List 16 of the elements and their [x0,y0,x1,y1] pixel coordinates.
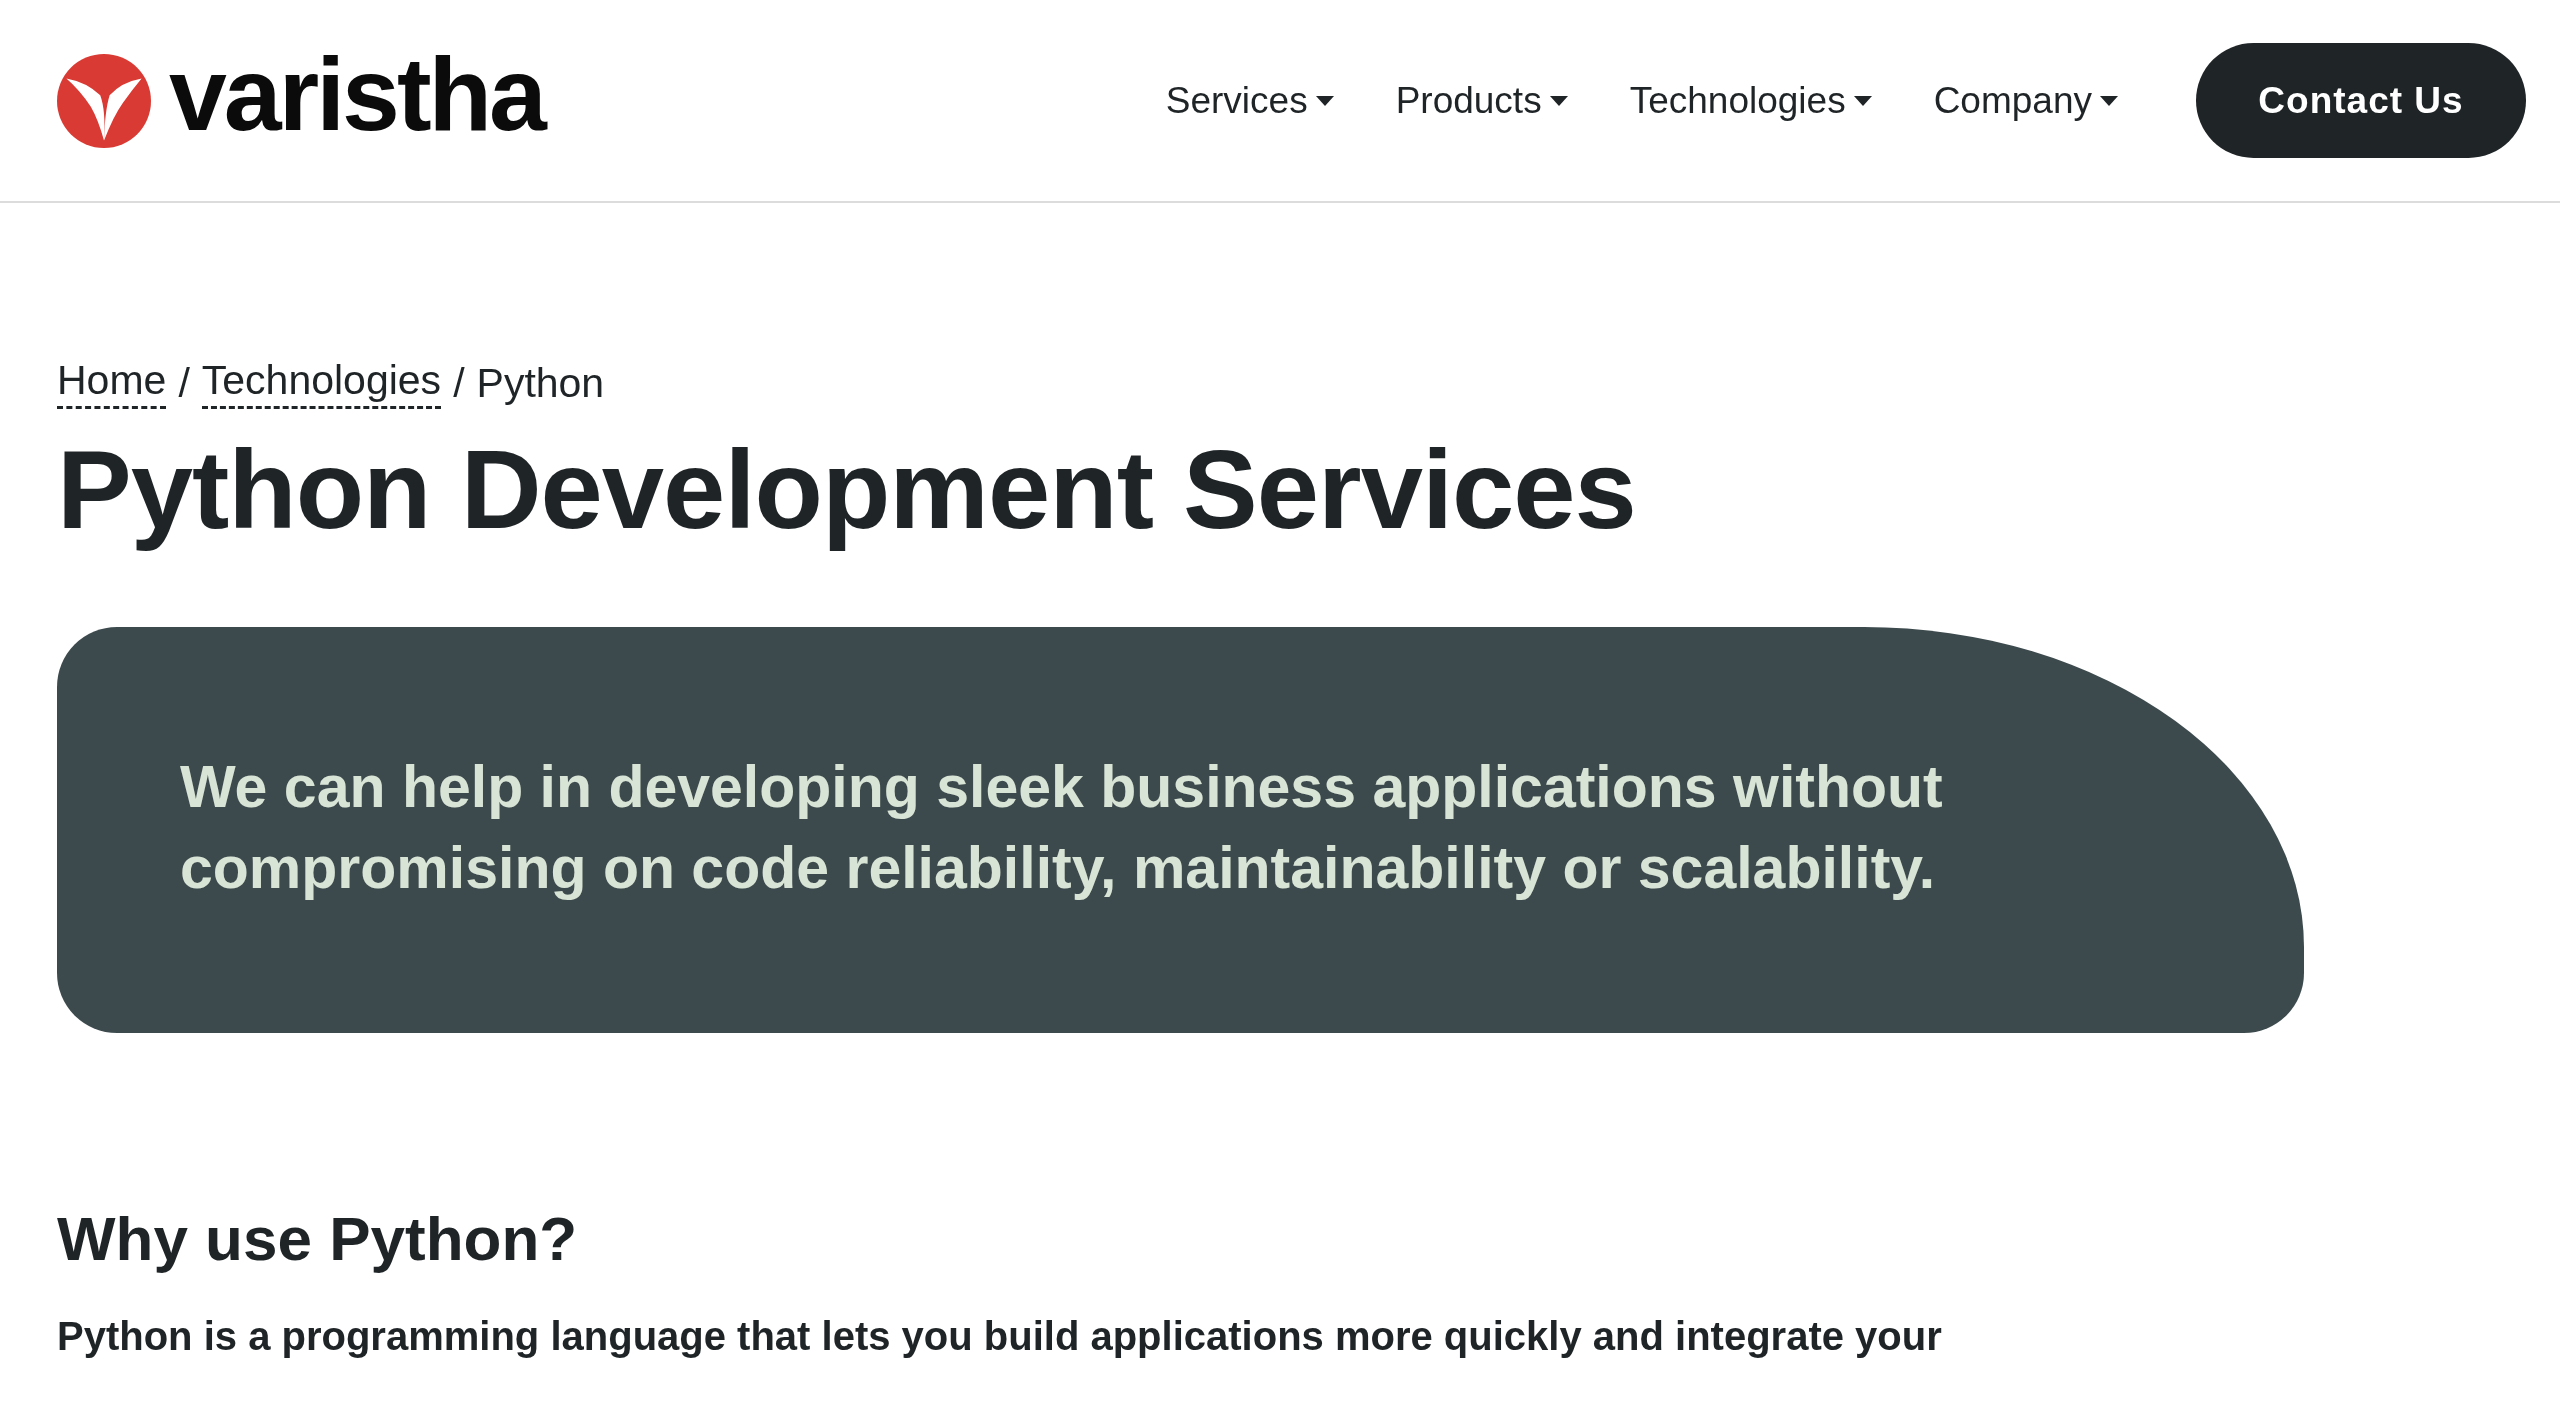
breadcrumb-link[interactable]: Technologies [201,357,442,409]
nav-menu-item[interactable]: Products [1395,79,1568,122]
nav-menu-item[interactable]: Company [1933,79,2118,122]
breadcrumb-current: Python [476,359,605,407]
nav-menu-item[interactable]: Services [1165,79,1334,122]
logo-text[interactable]: varistha [169,41,544,146]
section-heading: Why use Python? [57,1203,579,1275]
breadcrumb-link[interactable]: Home [57,357,167,409]
logo-icon [57,53,151,148]
breadcrumb-separator: / [453,359,465,407]
nav-menu-item[interactable]: Technologies [1629,79,1872,122]
banner-text: We can help in developing sleek business applications without compromising on code reliability, maintainability or scalability. [180,753,1944,904]
contact-button[interactable]: Contact Us [2196,43,2526,158]
breadcrumb-separator: / [178,359,190,407]
section-paragraph: Python is a programming language that lets you build applications more quickly and integrate your [57,1314,1943,1360]
page-title: Python Development Services [57,426,1637,554]
